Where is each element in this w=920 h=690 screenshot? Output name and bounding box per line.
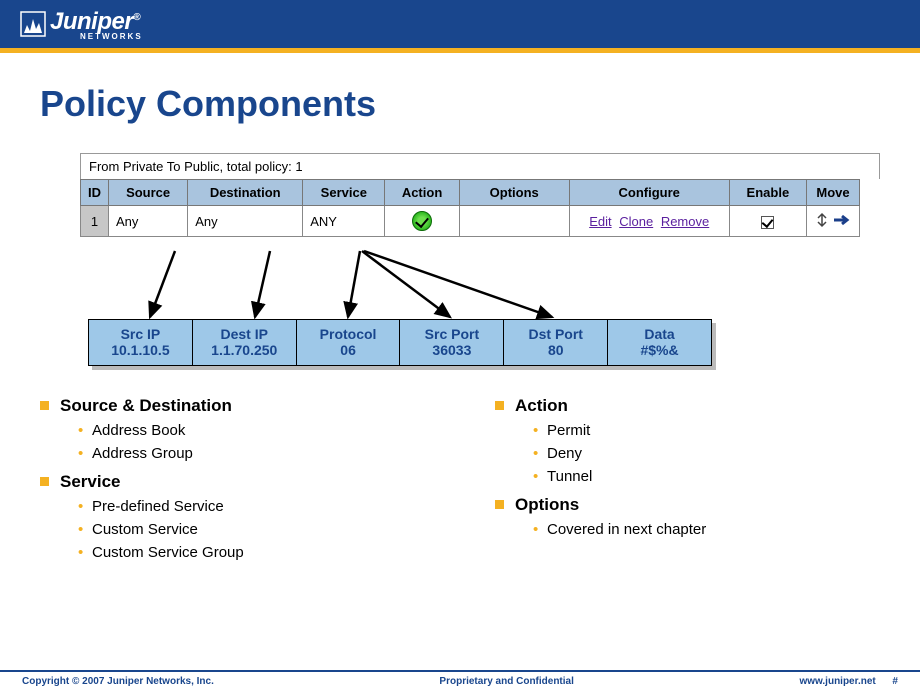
page-number: # bbox=[892, 676, 898, 687]
bullet-item: Pre-defined Service bbox=[78, 498, 425, 515]
juniper-logo-icon bbox=[20, 11, 46, 37]
cell-move bbox=[807, 206, 860, 237]
bullets-right: Action Permit Deny Tunnel Options Covered in … bbox=[495, 396, 880, 567]
bullet-item: Permit bbox=[533, 422, 880, 439]
page-title: Policy Components bbox=[40, 83, 880, 125]
col-enable: Enable bbox=[729, 180, 806, 206]
bullet-heading: Action bbox=[495, 396, 880, 416]
cell-service: ANY bbox=[303, 206, 385, 237]
footer-bar: Copyright © 2007 Juniper Networks, Inc. … bbox=[0, 670, 920, 690]
policy-caption: From Private To Public, total policy: 1 bbox=[80, 153, 880, 179]
bullet-heading: Source & Destination bbox=[40, 396, 425, 416]
bullet-item: Custom Service Group bbox=[78, 544, 425, 561]
cell-source: Any bbox=[109, 206, 188, 237]
enable-checkbox-icon[interactable] bbox=[761, 216, 774, 229]
bullet-item: Address Book bbox=[78, 422, 425, 439]
bullet-item: Custom Service bbox=[78, 521, 425, 538]
bullets-columns: Source & Destination Address Book Address … bbox=[40, 396, 880, 567]
cell-action bbox=[385, 206, 459, 237]
brand-sub: NETWORKS bbox=[80, 32, 143, 41]
permit-check-icon bbox=[412, 211, 432, 231]
brand-name: Juniper bbox=[50, 8, 133, 35]
bullet-item: Covered in next chapter bbox=[533, 521, 880, 538]
header-bar: Juniper® NETWORKS bbox=[0, 0, 920, 48]
policy-table-container: From Private To Public, total policy: 1 … bbox=[80, 153, 880, 237]
bullet-heading: Service bbox=[40, 472, 425, 492]
packet-src-ip: Src IP 10.1.10.5 bbox=[88, 319, 193, 366]
cell-configure: Edit Clone Remove bbox=[569, 206, 729, 237]
col-move: Move bbox=[807, 180, 860, 206]
cell-destination: Any bbox=[188, 206, 303, 237]
bullet-heading: Options bbox=[495, 495, 880, 515]
col-options: Options bbox=[459, 180, 569, 206]
packet-data: Data #$%& bbox=[608, 319, 712, 366]
footer-copyright: Copyright © 2007 Juniper Networks, Inc. bbox=[22, 676, 214, 687]
move-arrows-icon[interactable] bbox=[814, 212, 852, 228]
packet-diagram: Src IP 10.1.10.5 Dest IP 1.1.70.250 Prot… bbox=[88, 319, 712, 366]
packet-src-port: Src Port 36033 bbox=[400, 319, 504, 366]
cell-id: 1 bbox=[81, 206, 109, 237]
footer-confidential: Proprietary and Confidential bbox=[439, 676, 573, 687]
bullets-left: Source & Destination Address Book Address … bbox=[40, 396, 425, 567]
policy-header-row: ID Source Destination Service Action Opt… bbox=[81, 180, 860, 206]
packet-dest-ip: Dest IP 1.1.70.250 bbox=[193, 319, 297, 366]
footer-url: www.juniper.net bbox=[799, 676, 875, 687]
bullet-item: Tunnel bbox=[533, 468, 880, 485]
clone-link[interactable]: Clone bbox=[617, 214, 655, 229]
policy-table: ID Source Destination Service Action Opt… bbox=[80, 179, 860, 237]
bullet-item: Deny bbox=[533, 445, 880, 462]
col-id: ID bbox=[81, 180, 109, 206]
policy-row: 1 Any Any ANY Edit Clone Remove bbox=[81, 206, 860, 237]
packet-protocol: Protocol 06 bbox=[297, 319, 401, 366]
col-source: Source bbox=[109, 180, 188, 206]
cell-options bbox=[459, 206, 569, 237]
remove-link[interactable]: Remove bbox=[659, 214, 711, 229]
col-service: Service bbox=[303, 180, 385, 206]
col-configure: Configure bbox=[569, 180, 729, 206]
brand-logo: Juniper® NETWORKS bbox=[20, 8, 143, 41]
edit-link[interactable]: Edit bbox=[587, 214, 613, 229]
col-destination: Destination bbox=[188, 180, 303, 206]
mapping-arrows bbox=[80, 251, 880, 317]
packet-dst-port: Dst Port 80 bbox=[504, 319, 608, 366]
col-action: Action bbox=[385, 180, 459, 206]
bullet-item: Address Group bbox=[78, 445, 425, 462]
cell-enable bbox=[729, 206, 806, 237]
